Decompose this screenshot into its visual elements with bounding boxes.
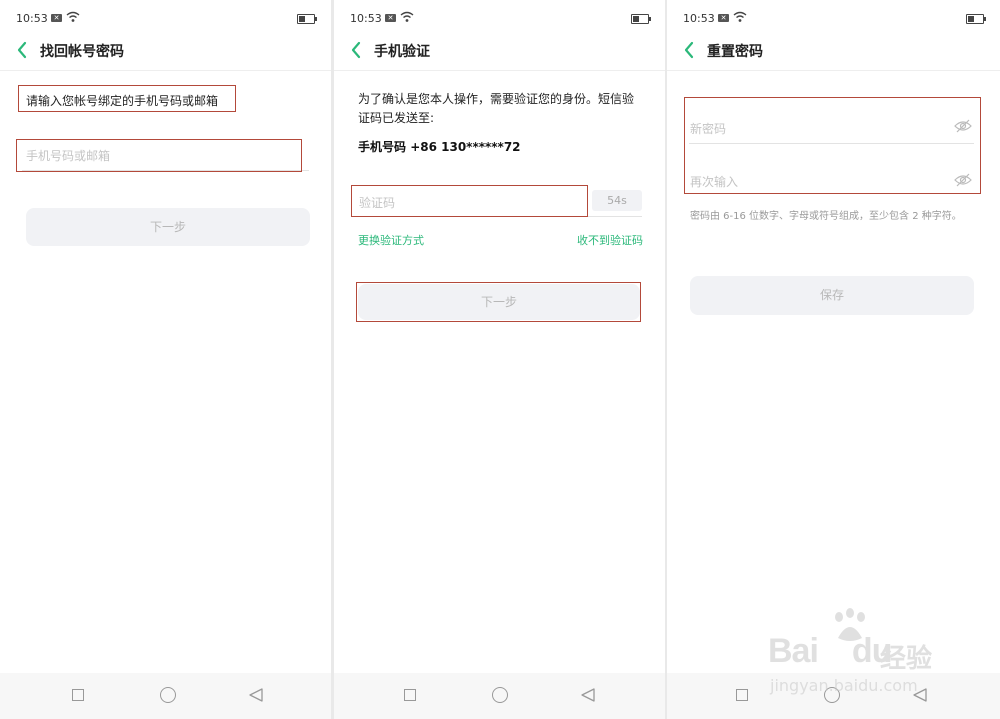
notification-icon: ✕ (51, 14, 62, 22)
system-nav-bar (334, 673, 665, 719)
back-chevron-icon[interactable] (683, 41, 695, 59)
battery-icon (966, 14, 986, 24)
back-chevron-icon[interactable] (16, 41, 28, 59)
status-time: 10:53 (350, 12, 382, 25)
phone-line: 手机号码 +86 130******72 (358, 138, 521, 155)
status-time: 10:53 (16, 12, 48, 25)
square-icon[interactable] (404, 689, 416, 701)
new-password-placeholder: 新密码 (690, 122, 727, 136)
screen-phone-verification: 10:53 ✕ 手机验证 为了确认是您本人操作，需要验证您的身份。短信验证码已发… (334, 0, 665, 719)
battery-icon (297, 14, 317, 24)
notification-icon: ✕ (718, 14, 729, 22)
status-bar: 10:53 ✕ (350, 8, 651, 28)
system-nav-bar (0, 673, 331, 719)
wifi-icon (733, 11, 747, 22)
notification-icon: ✕ (385, 14, 396, 22)
next-button[interactable]: 下一步 (26, 208, 310, 246)
triangle-back-icon[interactable] (580, 687, 596, 703)
code-input-placeholder: 验证码 (359, 196, 396, 210)
status-bar: 10:53 ✕ (16, 8, 317, 28)
password-hint: 密码由 6-16 位数字、字母或符号组成，至少包含 2 种字符。 (690, 211, 962, 222)
circle-icon[interactable] (492, 687, 508, 703)
wifi-icon (400, 11, 414, 22)
status-bar: 10:53 ✕ (683, 8, 986, 28)
circle-icon[interactable] (824, 687, 840, 703)
verification-message: 为了确认是您本人操作，需要验证您的身份。短信验证码已发送至: (358, 92, 635, 125)
battery-icon (631, 14, 651, 24)
account-input-placeholder: 手机号码或邮箱 (26, 149, 111, 163)
phone-label: 手机号码 (358, 140, 407, 154)
page-title: 重置密码 (707, 44, 763, 60)
back-chevron-icon[interactable] (350, 41, 362, 59)
new-password-underline (689, 143, 974, 144)
prompt-text: 请输入您帐号绑定的手机号码或邮箱 (26, 94, 219, 108)
eye-off-icon[interactable] (954, 173, 972, 187)
app-header: 手机验证 (334, 36, 665, 71)
status-time: 10:53 (683, 12, 715, 25)
confirm-password-placeholder: 再次输入 (690, 175, 739, 189)
eye-off-icon[interactable] (954, 119, 972, 133)
save-button[interactable]: 保存 (690, 276, 974, 315)
next-button-highlight (356, 282, 641, 322)
page-title: 手机验证 (374, 44, 430, 60)
wifi-icon (66, 11, 80, 22)
screen-reset-password: 10:53 ✕ 重置密码 新密码 再次输入 密码由 6-16 位数字、字母或符号… (667, 0, 1000, 719)
triangle-back-icon[interactable] (912, 687, 928, 703)
system-nav-bar (667, 673, 1000, 719)
screen-recover-account: 10:53 ✕ 找回帐号密码 请输入您帐号绑定的手机号码或邮箱 手机号码或邮箱 … (0, 0, 331, 719)
circle-icon[interactable] (160, 687, 176, 703)
square-icon[interactable] (72, 689, 84, 701)
page-title: 找回帐号密码 (40, 44, 124, 60)
no-code-link[interactable]: 收不到验证码 (577, 232, 643, 248)
app-header: 重置密码 (667, 36, 1000, 71)
phone-value: +86 130******72 (410, 140, 521, 154)
resend-countdown: 54s (592, 190, 642, 211)
app-header: 找回帐号密码 (0, 36, 331, 71)
switch-method-link[interactable]: 更换验证方式 (358, 232, 424, 248)
square-icon[interactable] (736, 689, 748, 701)
triangle-back-icon[interactable] (248, 687, 264, 703)
